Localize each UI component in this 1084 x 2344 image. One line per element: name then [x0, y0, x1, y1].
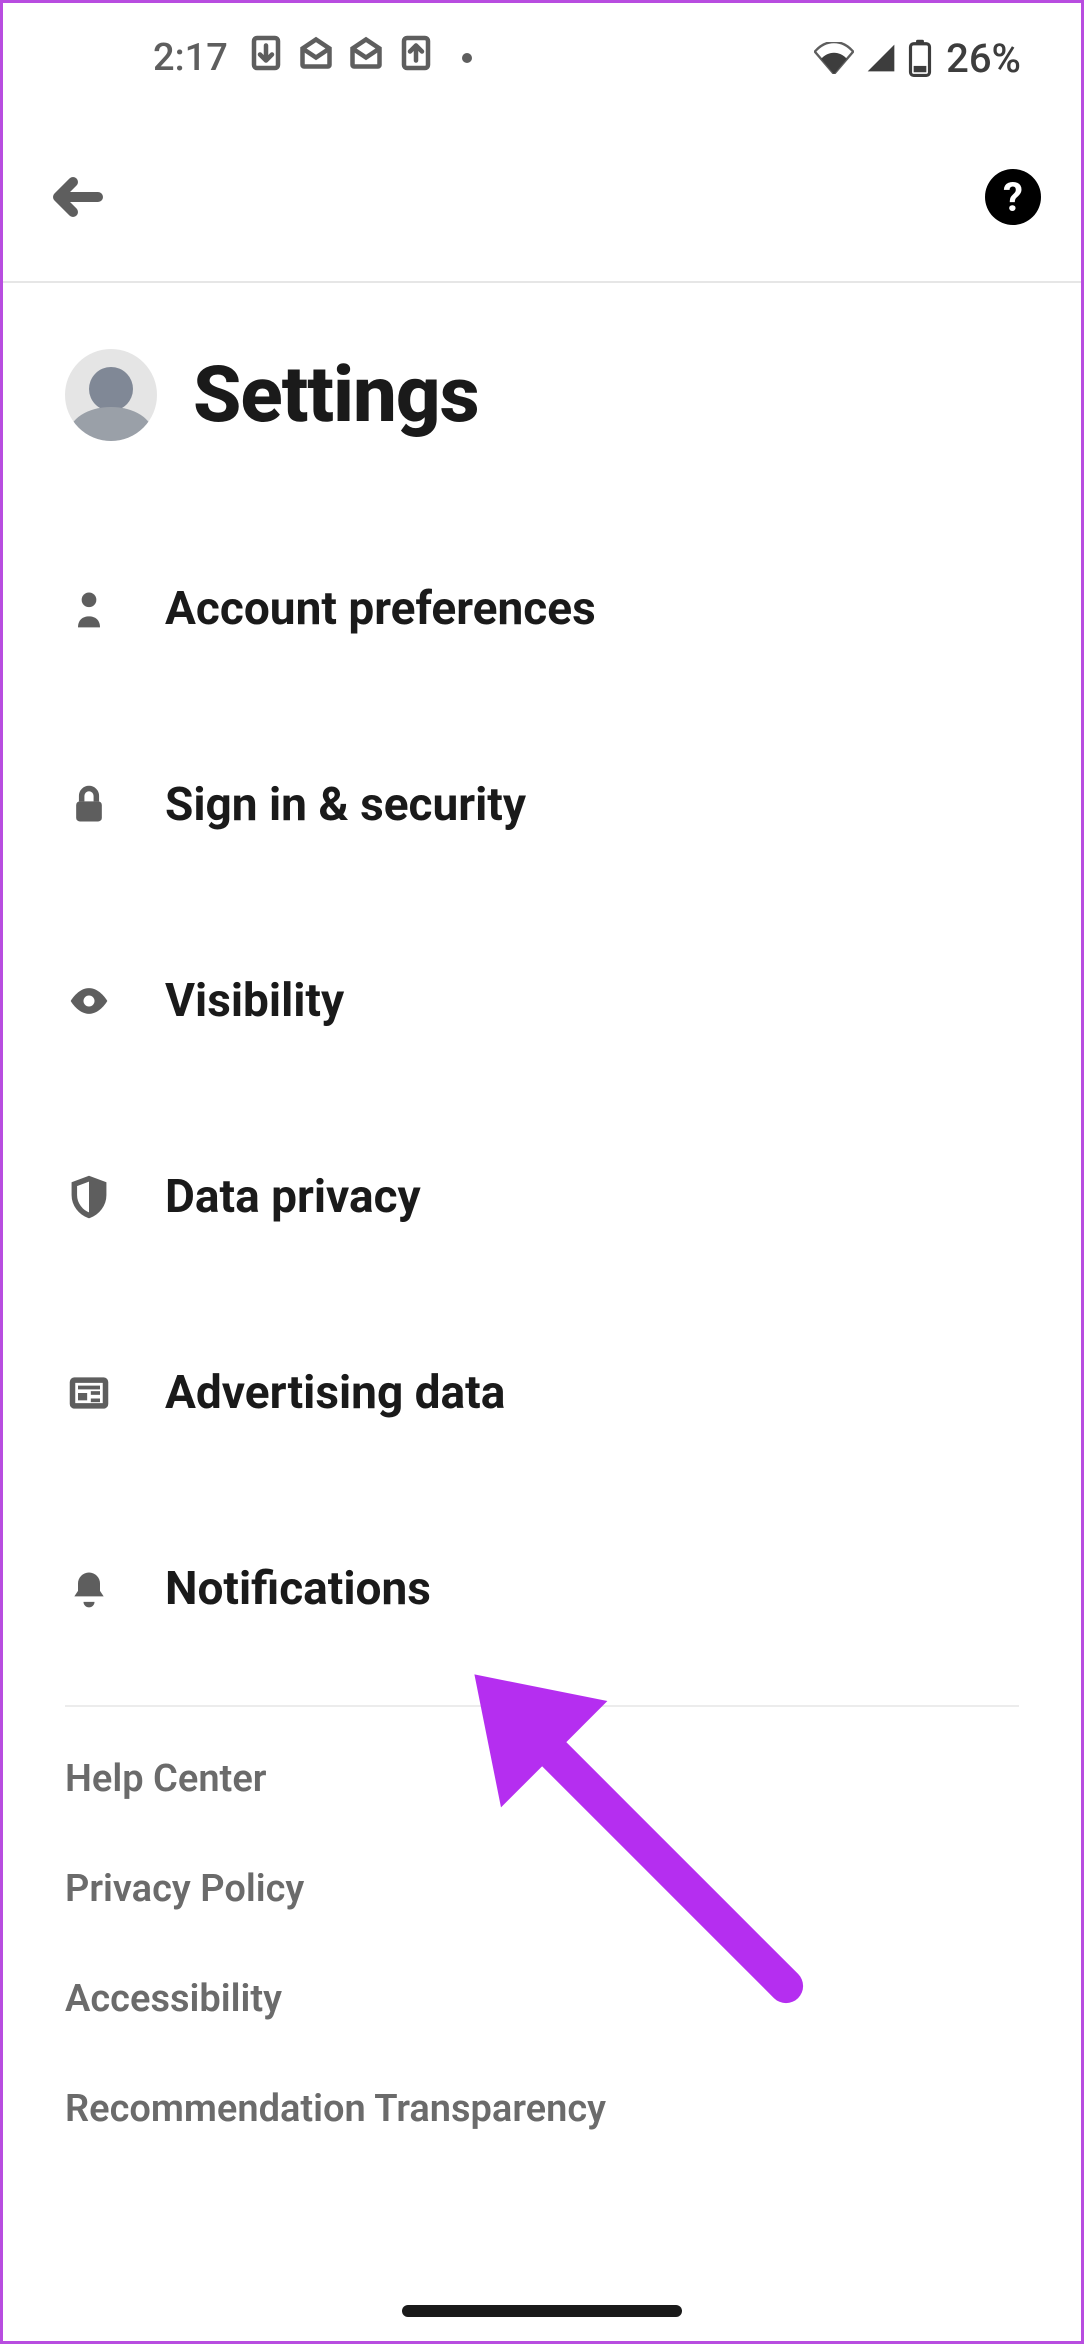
envelope-open-icon-2	[348, 35, 384, 81]
navigation-handle[interactable]	[402, 2305, 682, 2317]
settings-list: Account preferences Sign in & security V…	[3, 471, 1081, 1687]
help-button[interactable]: ?	[985, 169, 1041, 225]
lock-icon	[65, 783, 113, 827]
settings-item-notifications[interactable]: Notifications	[65, 1491, 1019, 1687]
battery-icon	[908, 39, 932, 77]
question-mark-icon: ?	[1003, 174, 1023, 221]
cellular-signal-icon	[864, 42, 898, 74]
settings-item-visibility[interactable]: Visibility	[65, 903, 1019, 1099]
status-more-dot-icon	[462, 53, 472, 63]
status-bar-right: 26%	[814, 35, 1021, 82]
settings-item-label: Data privacy	[165, 1170, 421, 1224]
shield-icon	[65, 1175, 113, 1219]
settings-item-label: Visibility	[165, 974, 344, 1028]
back-button[interactable]	[43, 162, 113, 232]
footer-link-recommendation-transparency[interactable]: Recommendation Transparency	[65, 2087, 1019, 2131]
settings-item-advertising-data[interactable]: Advertising data	[65, 1295, 1019, 1491]
footer-link-privacy-policy[interactable]: Privacy Policy	[65, 1867, 1019, 1911]
settings-item-sign-in-security[interactable]: Sign in & security	[65, 707, 1019, 903]
envelope-open-icon	[298, 35, 334, 81]
footer-link-accessibility[interactable]: Accessibility	[65, 1977, 1019, 2021]
bell-icon	[65, 1567, 113, 1611]
settings-item-label: Account preferences	[165, 582, 596, 636]
settings-item-label: Notifications	[165, 1562, 431, 1616]
battery-percent: 26%	[946, 35, 1021, 82]
settings-item-label: Sign in & security	[165, 778, 526, 832]
eye-icon	[65, 979, 113, 1023]
page-title: Settings	[193, 350, 479, 441]
footer-links: Help Center Privacy Policy Accessibility…	[3, 1707, 1081, 2131]
title-row: Settings	[3, 283, 1081, 471]
status-bar: 2:17	[3, 3, 1081, 113]
avatar[interactable]	[65, 349, 157, 441]
settings-item-account-preferences[interactable]: Account preferences	[65, 511, 1019, 707]
app-header: ?	[3, 113, 1081, 283]
status-bar-left: 2:17	[153, 35, 472, 81]
settings-item-data-privacy[interactable]: Data privacy	[65, 1099, 1019, 1295]
newspaper-icon	[65, 1371, 113, 1415]
footer-link-help-center[interactable]: Help Center	[65, 1757, 1019, 1801]
person-icon	[65, 587, 113, 631]
wifi-icon	[814, 42, 854, 74]
status-icons-left	[248, 35, 472, 81]
status-time: 2:17	[153, 36, 228, 80]
settings-item-label: Advertising data	[165, 1366, 505, 1420]
clipboard-out-icon	[248, 35, 284, 81]
clipboard-in-icon	[398, 35, 434, 81]
